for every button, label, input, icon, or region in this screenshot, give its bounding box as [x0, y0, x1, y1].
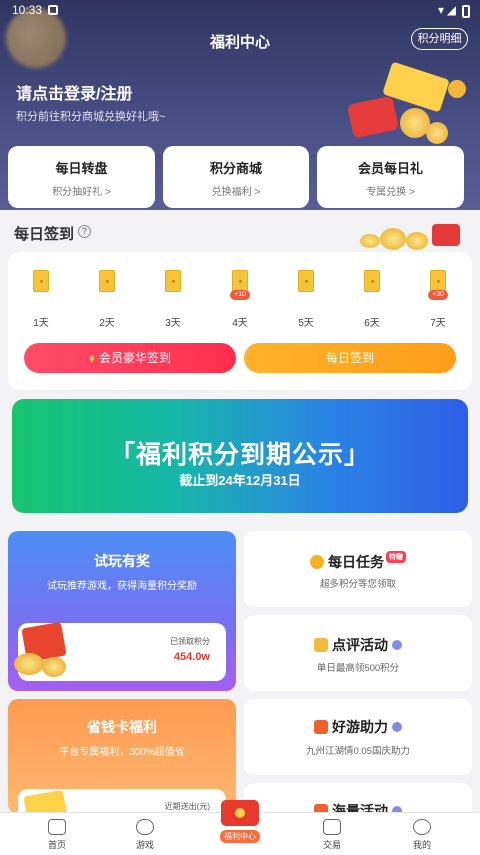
- signin-day-2[interactable]: 2天: [87, 270, 127, 329]
- review-title: 点评活动: [332, 637, 388, 653]
- gift-box-icon: [298, 270, 314, 292]
- gift-icon: [314, 720, 328, 734]
- gift-box-icon: [165, 270, 181, 292]
- trial-subtitle: 试玩推荐游戏，获得海量积分奖励: [47, 581, 197, 592]
- quick-card-title: 积分商城: [209, 161, 262, 176]
- vip-signin-button[interactable]: ♦ 会员豪华签到: [24, 343, 236, 373]
- daily-task-title-row: 每日任务 特赚: [244, 551, 472, 572]
- boost-subtitle: 九州江湖情0.05国庆助力: [306, 746, 410, 757]
- signin-day-6[interactable]: 6天: [352, 270, 392, 329]
- info-dot-icon: [392, 722, 402, 732]
- boost-card[interactable]: 好游助力 九州江湖情0.05国庆助力: [244, 699, 472, 775]
- bonus-badge: +10: [230, 290, 250, 300]
- gift-box-icon: [99, 270, 115, 292]
- savings-stat-label: 近期送出(元): [164, 802, 210, 811]
- gold-coin-icon: [42, 657, 66, 677]
- trial-reward-card[interactable]: 试玩有奖 试玩推荐游戏，获得海量积分奖励 已领取积分 454.0w: [8, 531, 236, 691]
- daily-task-card[interactable]: 每日任务 特赚 超多积分等您领取: [244, 531, 472, 607]
- daily-task-title: 每日任务: [328, 554, 384, 570]
- quick-card-sub: 兑换福利 >: [211, 187, 261, 198]
- gift-box-icon: [33, 270, 49, 292]
- nav-home[interactable]: 首页: [27, 819, 87, 851]
- question-circle-icon[interactable]: ?: [78, 225, 91, 238]
- wifi-icon: ▾: [437, 3, 444, 17]
- red-envelope-icon: [221, 800, 259, 826]
- nav-label: 我的: [412, 840, 431, 850]
- review-card[interactable]: 点评活动 单日最高领500积分: [244, 615, 472, 691]
- trial-stat-value: 454.0w: [173, 651, 210, 663]
- quick-card-title: 每日转盘: [55, 161, 108, 176]
- daily-task-subtitle: 超多积分等您领取: [319, 579, 396, 590]
- day-label: 1天: [33, 318, 49, 329]
- day-label: 2天: [99, 318, 115, 329]
- signin-day-7[interactable]: +30 7天: [418, 270, 458, 329]
- review-title-row: 点评活动: [244, 635, 472, 655]
- day-label: 6天: [364, 318, 380, 329]
- page-title: 福利中心: [209, 34, 270, 51]
- gamepad-icon: [136, 819, 154, 835]
- points-detail-button[interactable]: 积分明细: [411, 28, 468, 50]
- trial-stat-label: 已领取积分: [170, 637, 210, 646]
- boost-title: 好游助力: [332, 719, 388, 735]
- day-label: 4天: [232, 318, 248, 329]
- trade-icon: [323, 819, 341, 835]
- nav-label: 游戏: [135, 840, 154, 850]
- info-dot-icon: [392, 640, 402, 650]
- nav-welfare-center[interactable]: 福利中心: [210, 800, 270, 843]
- hot-tag: 特赚: [386, 551, 406, 563]
- status-bar: 10:33 ▾ ◢: [0, 0, 480, 22]
- quick-card-mall[interactable]: 积分商城 兑换福利 >: [163, 146, 309, 208]
- home-icon: [48, 819, 66, 835]
- daily-signin-button[interactable]: 每日签到: [244, 343, 456, 373]
- savings-title: 省钱卡福利: [87, 719, 157, 735]
- day-label: 7天: [430, 318, 446, 329]
- quick-card-sub: 专属兑换 >: [366, 187, 415, 198]
- nav-trade[interactable]: 交易: [302, 819, 362, 851]
- quick-card-title: 会员每日礼: [357, 161, 423, 176]
- banner-subtitle: 截止到24年12月31日: [179, 473, 301, 488]
- vip-signin-label: 会员豪华签到: [99, 351, 172, 365]
- status-time: 10:33: [12, 3, 43, 17]
- banner-title: 「福利积分到期公示」: [109, 441, 370, 469]
- savings-subtitle: 平台专属福利，300%超值省: [59, 747, 185, 758]
- login-prompt[interactable]: 请点击登录/注册: [16, 80, 132, 104]
- profile-icon: [413, 819, 431, 835]
- signin-day-5[interactable]: 5天: [286, 270, 326, 329]
- nav-label: 交易: [322, 840, 341, 850]
- expiry-banner[interactable]: 「福利积分到期公示」 截止到24年12月31日: [12, 399, 468, 513]
- quick-card-sub: 积分抽好礼 >: [52, 187, 111, 198]
- quick-card-wheel[interactable]: 每日转盘 积分抽好礼 >: [8, 146, 155, 208]
- review-subtitle: 单日最高领500积分: [316, 663, 400, 674]
- day-label: 5天: [298, 318, 314, 329]
- coin-icon: [310, 555, 324, 569]
- trial-title: 试玩有奖: [94, 553, 150, 569]
- gift-box-icon: [232, 270, 248, 292]
- gold-coin-icon: [14, 653, 44, 675]
- coins-stack-icon: [314, 638, 328, 652]
- quick-card-vip-gift[interactable]: 会员每日礼 专属兑换 >: [317, 146, 464, 208]
- signin-title: 每日签到: [14, 226, 75, 243]
- gift-box-icon: [430, 270, 446, 292]
- gift-box-icon: [364, 270, 380, 292]
- signin-day-4[interactable]: +10 4天: [220, 270, 260, 329]
- savings-card[interactable]: 省钱卡福利 平台专属福利，300%超值省 近期送出(元): [8, 699, 236, 814]
- login-subtitle: 积分前往积分商城兑换好礼哦~: [16, 111, 166, 123]
- diamond-icon: ♦: [88, 351, 96, 365]
- signin-day-1[interactable]: 1天: [21, 270, 61, 329]
- nav-label: 福利中心: [220, 830, 260, 843]
- day-label: 3天: [165, 318, 181, 329]
- signin-day-3[interactable]: 3天: [153, 270, 193, 329]
- battery-icon: [462, 5, 470, 18]
- bonus-badge: +30: [428, 290, 448, 300]
- boost-title-row: 好游助力: [244, 717, 472, 737]
- notification-icon: [48, 5, 58, 15]
- signal-icon: ◢: [446, 3, 456, 17]
- nav-games[interactable]: 游戏: [115, 819, 175, 851]
- nav-label: 首页: [47, 840, 66, 850]
- gift-decoration: [330, 61, 470, 150]
- nav-mine[interactable]: 我的: [392, 819, 452, 851]
- coins-decoration: [360, 218, 470, 254]
